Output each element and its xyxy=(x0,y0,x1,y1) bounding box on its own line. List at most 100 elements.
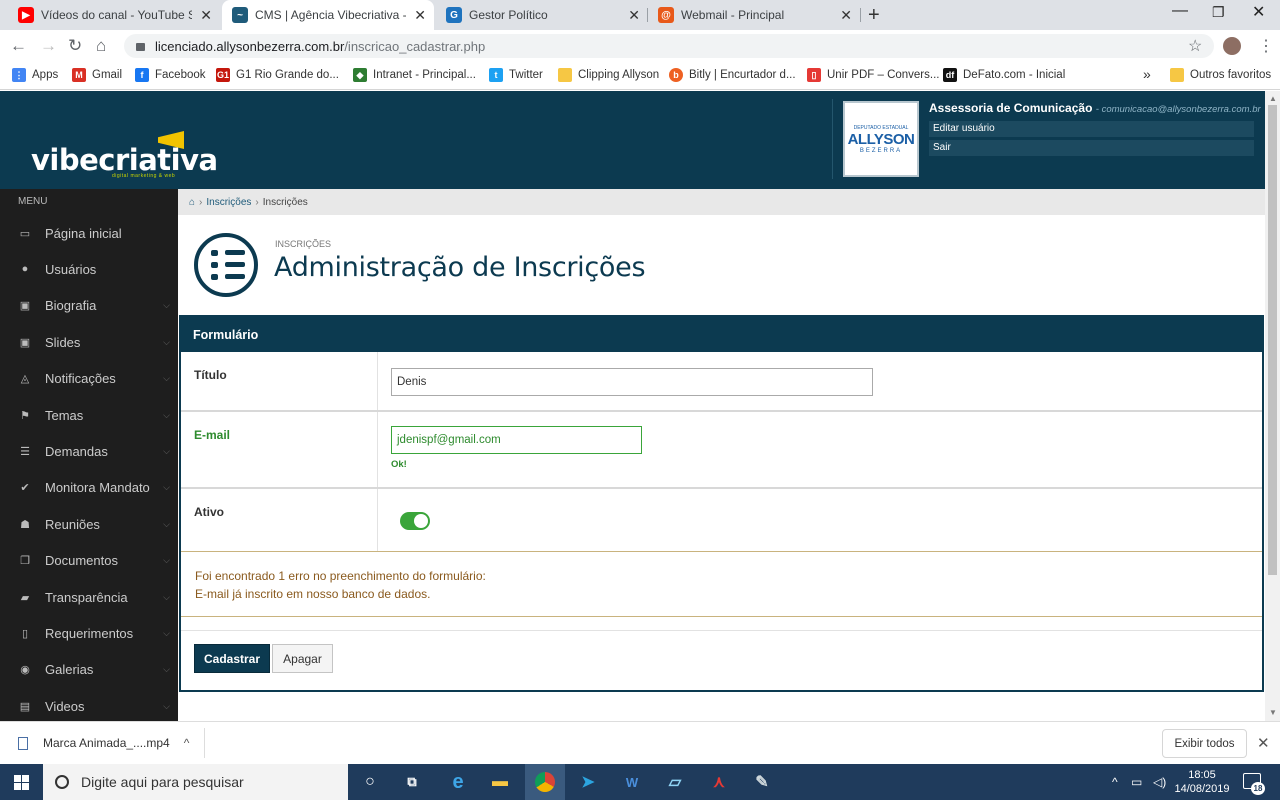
telegram-icon[interactable]: ➤ xyxy=(576,770,600,794)
tray-expand-icon[interactable]: ^ xyxy=(1112,775,1118,789)
breadcrumb-item[interactable]: Inscrições xyxy=(206,197,251,208)
bookmark-clipping-allyson[interactable]: Clipping Allyson xyxy=(558,68,659,82)
url-bar[interactable]: licenciado.allysonbezerra.com.br/inscric… xyxy=(124,34,1214,58)
tab-cms[interactable]: ~ CMS | Agência Vibecriativa - digital ✕ xyxy=(222,0,434,30)
titulo-input[interactable]: Denis xyxy=(391,368,873,396)
sidebar-item-usuarios[interactable]: ● Usuários xyxy=(0,251,178,287)
user-icon: ● xyxy=(21,263,29,276)
sidebar-item-requerimentos[interactable]: ▯ Requerimentos ⌵ xyxy=(0,615,178,651)
bitly-icon: b xyxy=(669,68,683,82)
sidebar-item-slides[interactable]: ▣ Slides ⌵ xyxy=(0,324,178,360)
sidebar-item-notificacoes[interactable]: ◬ Notificações ⌵ xyxy=(0,361,178,397)
g1-icon: G1 xyxy=(216,68,230,82)
sidebar-item-videos[interactable]: ▤ Videos ⌵ xyxy=(0,688,178,721)
tab-youtube-studio[interactable]: ▶ Vídeos do canal - YouTube Studio ✕ xyxy=(8,0,220,30)
taskbar-search[interactable]: Digite aqui para pesquisar xyxy=(43,764,348,800)
bookmark-bitly[interactable]: b Bitly | Encurtador d... xyxy=(669,68,796,82)
sidebar-item-documentos[interactable]: ❐ Documentos ⌵ xyxy=(0,543,178,579)
bookmark-star-icon[interactable]: ☆ xyxy=(1188,36,1202,56)
bookmark-other-favorites[interactable]: Outros favoritos xyxy=(1170,68,1271,82)
browser-menu-icon[interactable]: ⋮ xyxy=(1258,36,1274,56)
chevron-down-icon: ⌵ xyxy=(163,445,170,456)
sidebar-item-galerias[interactable]: ◉ Galerias ⌵ xyxy=(0,652,178,688)
ativo-toggle[interactable] xyxy=(400,512,430,530)
logo-tagline: digital marketing & web xyxy=(112,173,176,179)
email-valid-message: Ok! xyxy=(391,459,407,470)
windows-taskbar: Digite aqui para pesquisar ○ ⧉ e ▬ ➤ W ▱… xyxy=(0,764,1280,800)
show-all-downloads-button[interactable]: Exibir todos xyxy=(1162,729,1247,758)
bookmark-defato[interactable]: df DeFato.com - Inicial xyxy=(943,68,1065,82)
paint-icon[interactable]: ✎ xyxy=(750,770,774,794)
sidebar-item-pagina-inicial[interactable]: ▭ Página inicial xyxy=(0,215,178,251)
sidebar-item-label: Galerias xyxy=(45,662,94,678)
bookmarks-overflow-button[interactable]: » xyxy=(1143,66,1151,82)
sidebar-item-demandas[interactable]: ☰ Demandas ⌵ xyxy=(0,433,178,469)
vibecriativa-logo[interactable]: vibecriativa xyxy=(31,143,218,177)
task-view-icon[interactable]: ⧉ xyxy=(400,770,424,794)
bookmark-twitter[interactable]: t Twitter xyxy=(489,68,543,82)
home-icon[interactable]: ⌂ xyxy=(96,36,106,56)
windows-start-icon[interactable] xyxy=(14,775,30,790)
network-icon[interactable]: ▭ xyxy=(1131,775,1142,789)
restore-icon[interactable]: ❐ xyxy=(1212,4,1225,21)
close-icon[interactable]: ✕ xyxy=(840,7,852,24)
users-icon: ☗ xyxy=(20,518,30,531)
scroll-down-icon[interactable]: ▼ xyxy=(1269,708,1277,717)
logout-link[interactable]: Sair xyxy=(929,140,1254,156)
tab-divider xyxy=(860,8,861,22)
scroll-thumb[interactable] xyxy=(1268,105,1277,575)
bookmark-apps[interactable]: ⋮ Apps xyxy=(12,68,58,82)
sidebar-item-label: Notificações xyxy=(45,371,116,387)
acrobat-icon[interactable]: ⋏ xyxy=(707,770,731,794)
sidebar-item-label: Página inicial xyxy=(45,225,122,241)
close-icon[interactable]: ✕ xyxy=(414,7,426,24)
forward-icon[interactable]: → xyxy=(40,36,57,56)
apagar-button[interactable]: Apagar xyxy=(272,644,333,673)
sidebar-item-monitora-mandato[interactable]: ✔ Monitora Mandato ⌵ xyxy=(0,470,178,506)
tab-title: Vídeos do canal - YouTube Studio xyxy=(41,8,193,22)
taskbar-clock[interactable]: 18:05 14/08/2019 xyxy=(1174,768,1230,796)
notes-icon[interactable]: ▱ xyxy=(663,770,687,794)
bookmark-unir-pdf[interactable]: ▯ Unir PDF – Convers... xyxy=(807,68,939,82)
edge-icon[interactable]: e xyxy=(446,770,470,794)
close-icon[interactable]: ✕ xyxy=(200,7,212,24)
word-icon[interactable]: W xyxy=(620,770,644,794)
bookmark-gmail[interactable]: M Gmail xyxy=(72,68,122,82)
home-icon[interactable]: ⌂ xyxy=(189,197,195,208)
sidebar-item-temas[interactable]: ⚑ Temas ⌵ xyxy=(0,397,178,433)
edit-user-link[interactable]: Editar usuário xyxy=(929,121,1254,137)
file-explorer-icon[interactable]: ▬ xyxy=(488,770,512,794)
sidebar-item-biografia[interactable]: ▣ Biografia ⌵ xyxy=(0,288,178,324)
close-icon[interactable]: ✕ xyxy=(1257,734,1270,752)
page-scrollbar[interactable]: ▲ ▼ xyxy=(1265,91,1280,721)
bookmark-g1[interactable]: G1 G1 Rio Grande do... xyxy=(216,68,339,82)
chevron-up-icon[interactable]: ^ xyxy=(184,736,190,750)
chrome-icon[interactable] xyxy=(533,770,557,794)
download-item[interactable]: Marca Animada_....mp4 ^ xyxy=(18,736,189,750)
tab-gestor-politico[interactable]: G Gestor Político ✕ xyxy=(436,0,648,30)
bookmark-intranet[interactable]: ◆ Intranet - Principal... xyxy=(353,68,476,82)
close-icon[interactable]: ✕ xyxy=(628,7,640,24)
downloads-divider xyxy=(204,728,205,758)
bookmark-facebook[interactable]: f Facebook xyxy=(135,68,206,82)
reload-icon[interactable]: ↻ xyxy=(68,36,82,56)
back-icon[interactable]: ← xyxy=(10,36,27,56)
sidebar-item-transparencia[interactable]: ▰ Transparência ⌵ xyxy=(0,579,178,615)
tab-webmail[interactable]: @ Webmail - Principal ✕ xyxy=(648,0,860,30)
volume-icon[interactable]: ◁) xyxy=(1153,775,1166,789)
email-input[interactable]: jdenispf@gmail.com xyxy=(391,426,642,454)
twitter-icon: t xyxy=(489,68,503,82)
film-icon: ▤ xyxy=(19,700,31,713)
scroll-up-icon[interactable]: ▲ xyxy=(1269,94,1277,103)
cadastrar-button[interactable]: Cadastrar xyxy=(194,644,270,673)
new-tab-button[interactable]: + xyxy=(868,4,880,27)
chevron-down-icon: ⌵ xyxy=(163,300,170,311)
sidebar-item-label: Requerimentos xyxy=(45,625,134,641)
sidebar-item-reunioes[interactable]: ☗ Reuniões ⌵ xyxy=(0,506,178,542)
file-icon: ▯ xyxy=(21,627,29,640)
window-close-icon[interactable]: ✕ xyxy=(1252,2,1265,22)
cortana-icon[interactable]: ○ xyxy=(358,770,382,794)
profile-avatar-icon[interactable] xyxy=(1223,37,1241,55)
minimize-icon[interactable]: — xyxy=(1172,2,1188,20)
tab-title: CMS | Agência Vibecriativa - digital xyxy=(255,8,407,22)
